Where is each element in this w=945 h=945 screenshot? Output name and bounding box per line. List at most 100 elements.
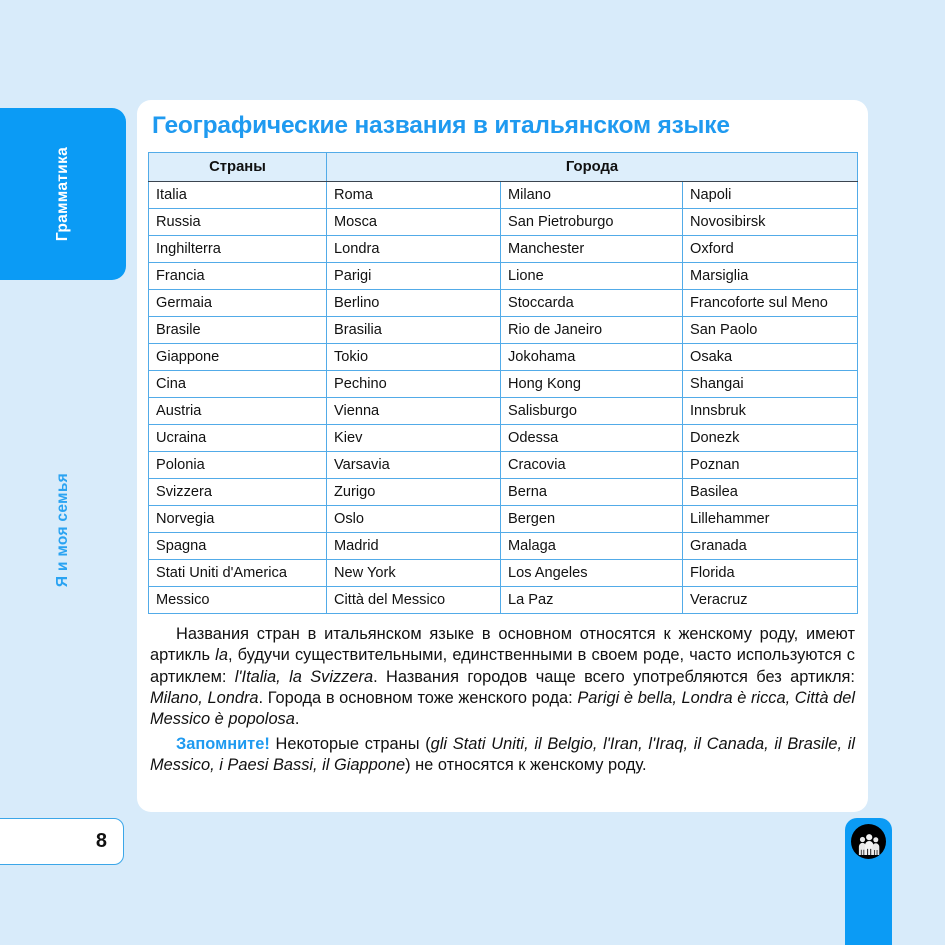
cell-country: Italia [148,180,327,209]
cell-city-3: San Paolo [682,315,858,344]
cell-city-2: San Pietroburgo [500,207,683,236]
cell-country: Inghilterra [148,234,327,263]
table-row: Ucraina Kiev Odessa Donezk [148,423,858,452]
table-row: Cina Pechino Hong Kong Shangai [148,369,858,398]
cell-country: Norvegia [148,504,327,533]
table-header-row: Страны Города [148,151,858,182]
cell-country: Brasile [148,315,327,344]
cell-city-2: Odessa [500,423,683,452]
cell-city-3: Novosibirsk [682,207,858,236]
cell-city-2: Hong Kong [500,369,683,398]
table-row: Svizzera Zurigo Berna Basilea [148,477,858,506]
p1-italic3: Milano, Londra [150,688,259,707]
cell-country: Giappone [148,342,327,371]
cell-city-2: Salisburgo [500,396,683,425]
cell-city-1: Zurigo [326,477,501,506]
p1-italic1: la [215,646,228,665]
cell-city-1: Kiev [326,423,501,452]
cell-country: Svizzera [148,477,327,506]
table-row: Stati Uniti d'America New York Los Angel… [148,558,858,587]
page-title: Географические названия в итальянском яз… [152,112,730,139]
cell-city-3: Francoforte sul Meno [682,288,858,317]
cell-city-1: Pechino [326,369,501,398]
cell-country: Austria [148,396,327,425]
cell-city-1: Parigi [326,261,501,290]
sidebar-tab-family-label: Я и моя семья [54,472,71,588]
table-row: Brasile Brasilia Rio de Janeiro San Paol… [148,315,858,344]
cell-country: Stati Uniti d'America [148,558,327,587]
p2-seg1: Некоторые страны ( [269,734,431,753]
section-marker-tab[interactable] [845,818,892,945]
content-panel: Географические названия в итальянском яз… [137,100,868,812]
cell-city-2: Los Angeles [500,558,683,587]
geographic-names-table: Страны Города Italia Roma Milano Napoli … [148,151,858,614]
sidebar-tab-family[interactable]: Я и моя семья [0,440,126,620]
cell-city-2: Milano [500,180,683,209]
cell-country: Ucraina [148,423,327,452]
cell-city-1: Tokio [326,342,501,371]
cell-city-2: La Paz [500,585,683,614]
cell-city-1: Brasilia [326,315,501,344]
cell-city-1: Madrid [326,531,501,560]
cell-country: Russia [148,207,327,236]
cell-city-3: Poznan [682,450,858,479]
cell-country: Messico [148,585,327,614]
cell-city-1: Mosca [326,207,501,236]
table-row: Francia Parigi Lione Marsiglia [148,261,858,290]
table-row: Russia Mosca San Pietroburgo Novosibirsk [148,207,858,236]
table-body: Italia Roma Milano Napoli Russia Mosca S… [148,180,858,614]
table-row: Messico Città del Messico La Paz Veracru… [148,585,858,614]
cell-city-1: New York [326,558,501,587]
cell-city-3: Napoli [682,180,858,209]
cell-city-2: Malaga [500,531,683,560]
cell-city-3: Innsbruk [682,396,858,425]
cell-city-2: Berna [500,477,683,506]
cell-city-3: Shangai [682,369,858,398]
table-row: Polonia Varsavia Cracovia Poznan [148,450,858,479]
paragraph-remember-note: Запомните! Некоторые страны (gli Stati U… [150,734,855,777]
column-header-countries: Страны [148,151,327,182]
cell-city-1: Roma [326,180,501,209]
cell-city-3: Florida [682,558,858,587]
page-number: 8 [95,830,107,852]
cell-city-2: Rio de Janeiro [500,315,683,344]
cell-country: Francia [148,261,327,290]
cell-city-3: Donezk [682,423,858,452]
sidebar-tab-grammar-label: Грамматика [54,146,71,242]
cell-city-2: Lione [500,261,683,290]
cell-city-3: Veracruz [682,585,858,614]
family-icon [851,824,886,859]
cell-country: Cina [148,369,327,398]
p2-seg2: ) не относятся к женскому роду. [405,755,647,774]
p1-seg5: . [294,710,300,729]
remember-label: Запомните! [176,734,270,753]
cell-city-1: Città del Messico [326,585,501,614]
p1-seg4: . Города в основном тоже женского рода: [258,688,578,707]
cell-city-2: Jokohama [500,342,683,371]
table-row: Inghilterra Londra Manchester Oxford [148,234,858,263]
table-row: Germaia Berlino Stoccarda Francoforte su… [148,288,858,317]
cell-city-2: Stoccarda [500,288,683,317]
cell-country: Spagna [148,531,327,560]
table-row: Giappone Tokio Jokohama Osaka [148,342,858,371]
cell-city-2: Bergen [500,504,683,533]
cell-city-3: Oxford [682,234,858,263]
cell-city-2: Manchester [500,234,683,263]
sidebar-tab-grammar[interactable]: Грамматика [0,108,126,280]
table-row: Norvegia Oslo Bergen Lillehammer [148,504,858,533]
cell-country: Polonia [148,450,327,479]
cell-city-3: Marsiglia [682,261,858,290]
cell-city-1: Berlino [326,288,501,317]
cell-city-2: Cracovia [500,450,683,479]
cell-city-1: Vienna [326,396,501,425]
table-row: Austria Vienna Salisburgo Innsbruk [148,396,858,425]
cell-city-3: Granada [682,531,858,560]
column-header-cities: Города [326,151,858,182]
p1-seg3: . Названия городов чаще всего употребляю… [373,667,855,686]
table-row: Italia Roma Milano Napoli [148,180,858,209]
cell-city-3: Basilea [682,477,858,506]
cell-city-3: Osaka [682,342,858,371]
cell-city-1: Oslo [326,504,501,533]
p1-italic2: l'Italia, la Svizzera [234,667,374,686]
page-number-chip: 8 [0,818,124,865]
